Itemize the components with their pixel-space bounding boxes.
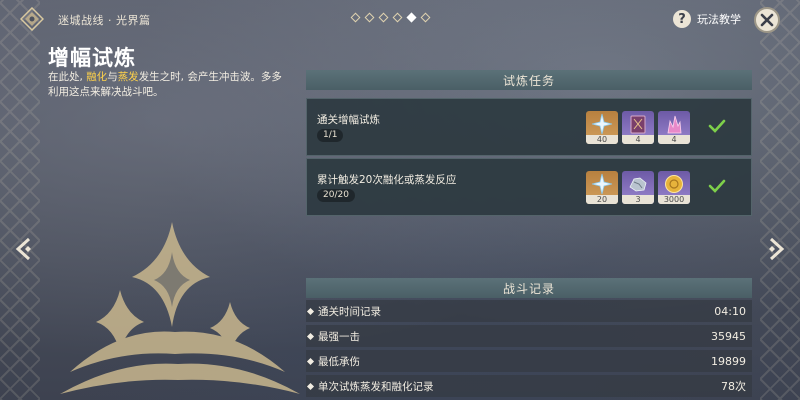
page-dot[interactable] xyxy=(378,12,389,23)
reward-item[interactable]: 40 xyxy=(586,111,618,144)
page-indicator xyxy=(350,12,431,23)
talent-book-icon xyxy=(630,115,646,133)
reward-item[interactable]: 4 xyxy=(622,111,654,144)
reward-list: 40 4 4 xyxy=(586,111,690,144)
records-header: 战斗记录 xyxy=(306,278,752,298)
close-icon xyxy=(760,13,774,27)
record-label: 单次试炼蒸发和融化记录 xyxy=(318,380,434,393)
record-label: 最低承伤 xyxy=(318,355,360,368)
record-label-wrap: 最强一击 xyxy=(306,329,360,344)
record-label-wrap: 单次试炼蒸发和融化记录 xyxy=(306,379,434,394)
record-label-wrap: 最低承伤 xyxy=(306,354,360,369)
tutorial-button[interactable]: ? 玩法教学 xyxy=(673,10,741,28)
primogem-icon xyxy=(591,113,613,134)
page-dot[interactable] xyxy=(420,12,431,23)
reward-item[interactable]: 3 xyxy=(622,171,654,204)
page-dot[interactable] xyxy=(364,12,375,23)
page-dot[interactable] xyxy=(350,12,361,23)
desc-text: 在此处, xyxy=(48,71,87,83)
bullet-icon xyxy=(306,307,315,315)
event-emblem-icon xyxy=(60,222,300,394)
record-value: 19899 xyxy=(711,354,746,368)
record-label: 通关时间记录 xyxy=(318,305,381,318)
mora-icon xyxy=(665,174,683,193)
breadcrumb: 迷城战线 · 光界篇 xyxy=(58,14,151,27)
reward-item[interactable]: 3000 xyxy=(658,171,690,204)
record-value: 78次 xyxy=(721,380,746,393)
task-progress: 1/1 xyxy=(317,129,344,142)
reward-list: 20 3 3000 xyxy=(586,171,690,204)
task-progress: 20/20 xyxy=(317,189,355,202)
page-dot[interactable] xyxy=(406,12,417,23)
task-card: 通关增幅试炼 1/1 40 4 4 xyxy=(306,98,752,156)
record-row: 通关时间记录 04:10 xyxy=(306,300,752,322)
desc-highlight-melt: 融化 xyxy=(86,71,108,83)
tasks-header: 试炼任务 xyxy=(306,70,752,90)
record-row: 最强一击 35945 xyxy=(306,325,752,347)
desc-highlight-vaporize: 蒸发 xyxy=(117,71,139,83)
crystal-icon xyxy=(667,115,682,133)
record-row: 最低承伤 19899 xyxy=(306,350,752,372)
checkmark-icon xyxy=(708,179,726,193)
reward-count: 20 xyxy=(586,195,618,204)
page-dot[interactable] xyxy=(392,12,403,23)
reward-item[interactable]: 20 xyxy=(586,171,618,204)
record-label: 最强一击 xyxy=(318,330,360,343)
event-screen: 迷城战线 · 光界篇 ? 玩法教学 增幅试炼 在此处, 融化与蒸发发生之时, 会… xyxy=(0,0,800,400)
desc-text: 与 xyxy=(107,71,118,83)
reward-count: 4 xyxy=(622,135,654,144)
next-arrow-icon[interactable] xyxy=(762,236,788,262)
event-description: 在此处, 融化与蒸发发生之时, 会产生冲击波。多多利用这点来解决战斗吧。 xyxy=(48,70,283,100)
record-value: 35945 xyxy=(711,329,746,343)
record-label-wrap: 通关时间记录 xyxy=(306,304,381,319)
bullet-icon xyxy=(306,332,315,340)
task-title: 累计触发20次融化或蒸发反应 xyxy=(317,174,457,186)
ore-icon xyxy=(629,177,647,191)
right-pattern-decoration xyxy=(760,0,800,400)
event-logo-icon xyxy=(20,7,44,31)
record-row: 单次试炼蒸发和融化记录 78次 xyxy=(306,375,752,397)
help-icon: ? xyxy=(673,10,691,28)
reward-count: 40 xyxy=(586,135,618,144)
primogem-icon xyxy=(591,173,613,194)
reward-count: 3000 xyxy=(658,195,690,204)
close-button[interactable] xyxy=(754,7,780,33)
reward-count: 4 xyxy=(658,135,690,144)
task-card: 累计触发20次融化或蒸发反应 20/20 20 3 3000 xyxy=(306,158,752,216)
page-title: 增幅试炼 xyxy=(48,46,136,70)
previous-arrow-icon[interactable] xyxy=(12,236,38,262)
reward-item[interactable]: 4 xyxy=(658,111,690,144)
tutorial-label: 玩法教学 xyxy=(697,13,741,26)
bullet-icon xyxy=(306,357,315,365)
record-value: 04:10 xyxy=(714,304,746,318)
task-title: 通关增幅试炼 xyxy=(317,114,380,126)
checkmark-icon xyxy=(708,119,726,133)
reward-count: 3 xyxy=(622,195,654,204)
bullet-icon xyxy=(306,382,315,390)
left-pattern-decoration xyxy=(0,0,40,400)
